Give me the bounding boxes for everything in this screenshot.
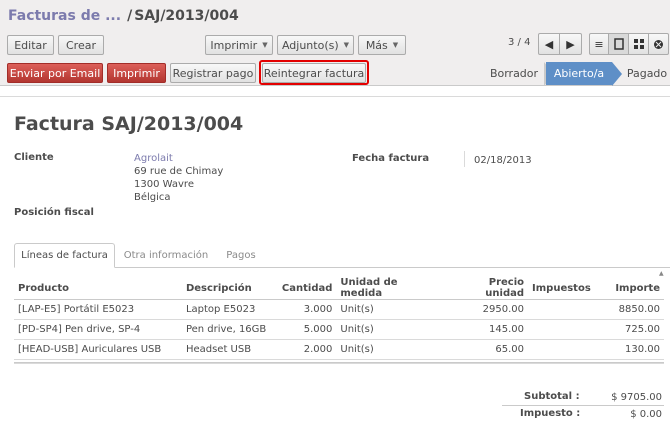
tab-payments[interactable]: Pagos bbox=[216, 243, 266, 268]
fiscal-position-label: Posición fiscal bbox=[14, 207, 94, 218]
cell-taxes bbox=[528, 339, 597, 360]
field-divider bbox=[464, 151, 465, 167]
invoice-lines-table: Producto Descripción Cantidad Unidad de … bbox=[14, 277, 664, 360]
pager-next-button[interactable]: ▶ bbox=[560, 33, 582, 55]
send-email-button[interactable]: Enviar por Email bbox=[7, 63, 103, 83]
table-header-row: Producto Descripción Cantidad Unidad de … bbox=[14, 277, 664, 300]
cell-amount: 8850.00 bbox=[596, 299, 664, 320]
caret-down-icon: ▼ bbox=[392, 41, 399, 49]
globe-icon bbox=[654, 39, 663, 49]
customer-link[interactable]: Agrolait bbox=[134, 152, 173, 165]
more-dropdown[interactable]: Más ▼ bbox=[358, 35, 406, 55]
cell-unit-price: 65.00 bbox=[444, 339, 529, 360]
status-bar: Borrador Abierto/a Pagado bbox=[484, 62, 670, 86]
customer-label: Cliente bbox=[14, 152, 54, 163]
column-header-taxes[interactable]: Impuestos bbox=[528, 277, 597, 300]
status-step-draft[interactable]: Borrador bbox=[484, 62, 544, 85]
column-header-product[interactable]: Producto bbox=[14, 277, 182, 300]
attachments-dropdown-label: Adjunto(s) bbox=[281, 38, 339, 52]
notebook-tabs: Líneas de factura Otra información Pagos bbox=[14, 243, 670, 268]
caret-down-icon: ▼ bbox=[262, 41, 268, 49]
cell-unit-price: 145.00 bbox=[444, 319, 529, 340]
register-payment-button[interactable]: Registrar pago bbox=[170, 63, 256, 83]
table-row[interactable]: [PD-SP4] Pen drive, SP-4 Pen drive, 16GB… bbox=[14, 319, 664, 340]
edit-button[interactable]: Editar bbox=[7, 35, 54, 55]
list-icon: ≡ bbox=[594, 37, 604, 51]
more-dropdown-label: Más bbox=[365, 38, 388, 52]
totals-divider bbox=[502, 405, 664, 406]
create-button[interactable]: Crear bbox=[58, 35, 104, 55]
kanban-view-button[interactable] bbox=[629, 33, 649, 55]
cell-taxes bbox=[528, 299, 597, 320]
column-header-unit-price[interactable]: Precio unidad bbox=[444, 277, 529, 300]
cell-description: Pen drive, 16GB bbox=[181, 319, 278, 340]
breadcrumb: Facturas de ... / SAJ/2013/004 bbox=[8, 8, 239, 24]
subtotal-value: $ 9705.00 bbox=[611, 392, 662, 403]
invoice-date-value: 02/18/2013 bbox=[474, 155, 532, 166]
form-view-button[interactable] bbox=[609, 33, 629, 55]
cell-quantity: 5.000 bbox=[277, 319, 337, 340]
diagram-view-button[interactable] bbox=[649, 33, 669, 55]
subtotal-label: Subtotal : bbox=[524, 391, 580, 402]
address-line-1: 69 rue de Chimay bbox=[134, 166, 224, 177]
tab-invoice-lines[interactable]: Líneas de factura bbox=[14, 243, 115, 268]
print-invoice-button[interactable]: Imprimir bbox=[107, 63, 166, 83]
cell-product: [PD-SP4] Pen drive, SP-4 bbox=[14, 319, 182, 340]
caret-down-icon: ▼ bbox=[343, 41, 350, 49]
address-line-2: 1300 Wavre bbox=[134, 179, 194, 190]
print-dropdown[interactable]: Imprimir ▼ bbox=[205, 35, 273, 55]
cell-unit-price: 2950.00 bbox=[444, 299, 529, 320]
tab-other-info[interactable]: Otra información bbox=[118, 243, 214, 268]
cell-taxes bbox=[528, 319, 597, 340]
table-footer-divider bbox=[14, 362, 664, 364]
cell-description: Laptop E5023 bbox=[181, 299, 278, 320]
control-panel: Facturas de ... / SAJ/2013/004 Editar Crea… bbox=[0, 0, 670, 62]
invoice-date-label: Fecha factura bbox=[352, 153, 430, 164]
pager-previous-button[interactable]: ◀ bbox=[538, 33, 560, 55]
cell-quantity: 3.000 bbox=[277, 299, 337, 320]
breadcrumb-parent-link[interactable]: Facturas de ... bbox=[8, 8, 121, 24]
cell-unit: Unit(s) bbox=[336, 299, 445, 320]
column-header-unit[interactable]: Unidad de medida bbox=[336, 277, 445, 300]
arrow-right-icon: ▶ bbox=[566, 37, 575, 51]
cell-amount: 725.00 bbox=[596, 319, 664, 340]
table-row[interactable]: [HEAD-USB] Auriculares USB Headset USB 2… bbox=[14, 339, 664, 360]
cell-unit: Unit(s) bbox=[336, 319, 445, 340]
tax-value: $ 0.00 bbox=[630, 409, 662, 420]
address-line-3: Bélgica bbox=[134, 192, 171, 203]
tax-label: Impuesto : bbox=[520, 408, 581, 419]
cell-description: Headset USB bbox=[181, 339, 278, 360]
cell-amount: 130.00 bbox=[596, 339, 664, 360]
attachments-dropdown[interactable]: Adjunto(s) ▼ bbox=[277, 35, 354, 55]
grid-icon bbox=[633, 39, 644, 49]
cell-product: [LAP-E5] Portátil E5023 bbox=[14, 299, 182, 320]
arrow-left-icon: ◀ bbox=[544, 37, 554, 51]
list-view-button[interactable]: ≡ bbox=[589, 33, 609, 55]
status-step-paid[interactable]: Pagado bbox=[624, 62, 670, 85]
table-row[interactable]: [LAP-E5] Portátil E5023 Laptop E5023 3.0… bbox=[14, 299, 664, 320]
page-title: Factura SAJ/2013/004 bbox=[14, 113, 244, 135]
cell-product: [HEAD-USB] Auriculares USB bbox=[14, 339, 182, 360]
cell-quantity: 2.000 bbox=[277, 339, 337, 360]
column-header-quantity[interactable]: Cantidad bbox=[277, 277, 337, 300]
form-icon bbox=[613, 38, 624, 50]
status-step-open[interactable]: Abierto/a bbox=[546, 62, 612, 85]
status-active-arrow bbox=[612, 62, 622, 86]
pager-counter: 3 / 4 bbox=[508, 37, 531, 48]
column-header-amount[interactable]: Importe bbox=[596, 277, 664, 300]
print-dropdown-label: Imprimir bbox=[210, 38, 258, 52]
annotation-highlight-box bbox=[259, 60, 369, 85]
column-header-description[interactable]: Descripción bbox=[181, 277, 278, 300]
breadcrumb-separator: / bbox=[127, 8, 133, 24]
breadcrumb-current: SAJ/2013/004 bbox=[134, 8, 239, 24]
cell-unit: Unit(s) bbox=[336, 339, 445, 360]
scroll-right-icon[interactable]: ▲ bbox=[659, 270, 667, 277]
